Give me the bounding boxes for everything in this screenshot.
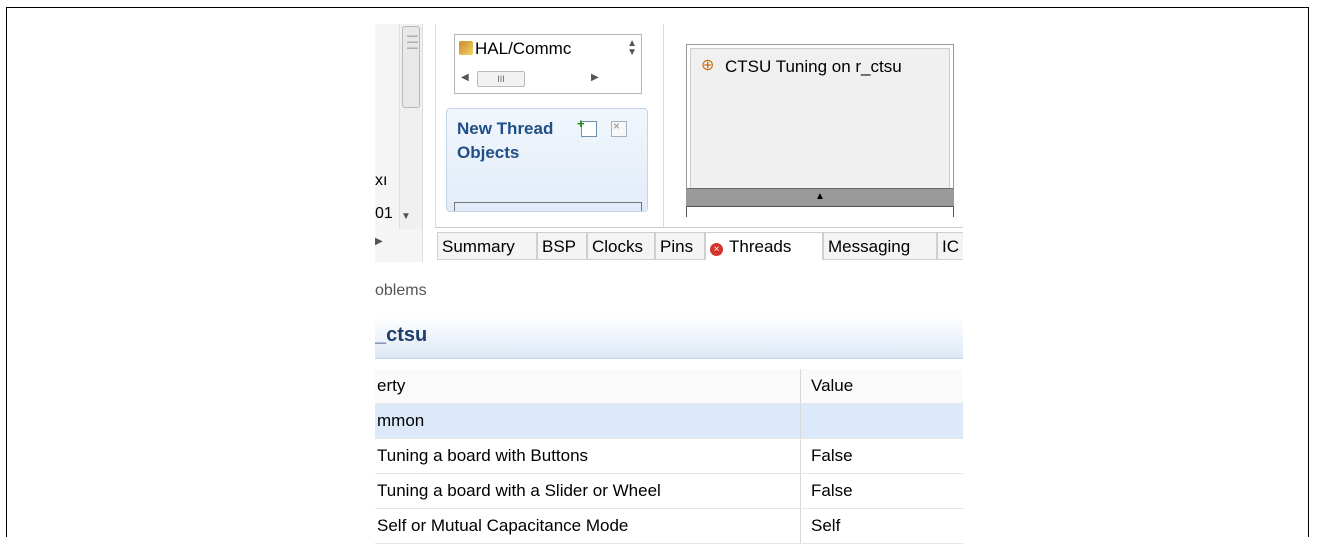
module-connector [686, 206, 954, 217]
scroll-down-icon[interactable]: ▼ [401, 211, 411, 222]
spinner-icon[interactable]: ▲ ▼ [627, 39, 637, 58]
module-icon [459, 41, 473, 55]
properties-table: erty Value mmon Tuning a board with Butt… [375, 369, 963, 544]
new-thread-objects-label: New Thread Objects [457, 119, 554, 162]
error-icon: × [710, 243, 723, 256]
tab-clocks[interactable]: Clocks [587, 232, 655, 260]
column-header-value[interactable]: Value [801, 369, 963, 403]
scroll-right-icon[interactable]: ▶ [591, 72, 599, 83]
property-value[interactable]: False [801, 474, 963, 508]
tab-ic[interactable]: IC [937, 232, 963, 260]
module-block[interactable]: ⊕ CTSU Tuning on r_ctsu ▲ [686, 44, 954, 206]
module-block-title: CTSU Tuning on r_ctsu [725, 57, 902, 76]
tab-threads[interactable]: × Threads [705, 232, 823, 260]
tab-bsp[interactable]: BSP [537, 232, 587, 260]
property-value[interactable]: Self [801, 509, 963, 543]
tab-pins[interactable]: Pins [655, 232, 705, 260]
combo-value: HAL/Commc [475, 39, 572, 58]
column-header-property[interactable]: erty [375, 369, 801, 403]
vertical-scrollbar[interactable]: — — — [399, 24, 422, 229]
table-row[interactable]: Tuning a board with Buttons False [375, 439, 963, 474]
table-row[interactable]: mmon [375, 404, 963, 439]
scroll-left-icon[interactable]: ◀ [461, 72, 469, 83]
property-value [801, 404, 963, 438]
collapse-bar[interactable]: ▲ [687, 188, 953, 205]
left-panel: xı 01 — — — ▼ ▶ [375, 24, 423, 262]
scrollbar-thumb[interactable]: — — — [402, 26, 420, 108]
left-panel-text: 01 [375, 205, 393, 222]
properties-title: _ctsu [375, 324, 428, 346]
property-name: mmon [375, 404, 801, 438]
left-panel-text: xı [375, 172, 388, 189]
add-object-icon[interactable] [577, 116, 597, 137]
tab-messaging[interactable]: Messaging [823, 232, 937, 260]
scrollbar-thumb[interactable]: III [477, 71, 525, 87]
problems-tab-label[interactable]: oblems [375, 282, 427, 300]
editor-tab-bar: Summary BSP Clocks Pins × Threads Messagi… [435, 227, 963, 264]
property-value[interactable]: False [801, 439, 963, 473]
table-header: erty Value [375, 369, 963, 404]
table-row[interactable]: Tuning a board with a Slider or Wheel Fa… [375, 474, 963, 509]
property-name: Tuning a board with Buttons [375, 439, 801, 473]
grip-icon: — — — [407, 30, 418, 54]
scroll-right-icon[interactable]: ▶ [375, 236, 383, 247]
tab-summary[interactable]: Summary [437, 232, 537, 260]
table-row[interactable]: Self or Mutual Capacitance Mode Self [375, 509, 963, 544]
crosshair-icon: ⊕ [701, 57, 715, 74]
horizontal-scrollbar[interactable]: ◀ III ▶ [459, 71, 607, 87]
object-slot [454, 202, 642, 211]
category-combo[interactable]: HAL/Commc ▲ ▼ ◀ III ▶ [454, 34, 642, 94]
screenshot-area: xı 01 — — — ▼ ▶ HAL/Commc ▲ ▼ ◀ III ▶ New T… [375, 24, 963, 544]
properties-header: _ctsu [375, 316, 963, 359]
property-name: Self or Mutual Capacitance Mode [375, 509, 801, 543]
property-name: Tuning a board with a Slider or Wheel [375, 474, 801, 508]
remove-object-icon[interactable] [611, 119, 627, 137]
new-thread-objects-section: New Thread Objects [446, 108, 648, 212]
